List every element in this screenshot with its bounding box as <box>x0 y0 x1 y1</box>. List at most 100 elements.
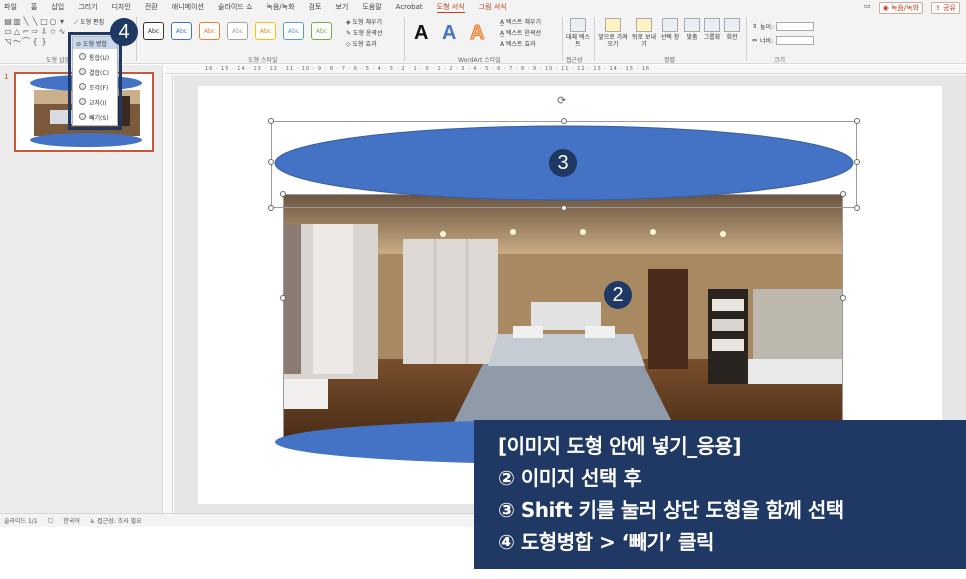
tab-shape-format[interactable]: 도형 서식 <box>436 2 465 13</box>
tab-acrobat[interactable]: Acrobat <box>396 3 423 11</box>
bring-forward-button[interactable]: 앞으로 가져오기 <box>598 18 628 48</box>
resize-handle[interactable] <box>268 159 274 165</box>
text-box-shape-icon[interactable]: ▤ <box>4 17 12 26</box>
brace-shape-icon[interactable]: } <box>40 37 48 46</box>
text-fill-button[interactable]: A̲ 텍스트 채우기 <box>500 17 541 26</box>
resize-handle[interactable] <box>854 118 860 124</box>
step-4-badge: 4 <box>110 18 138 46</box>
height-input[interactable] <box>776 22 815 31</box>
tab-view[interactable]: 보기 <box>335 2 348 12</box>
rotate-label: 회전 <box>726 34 738 41</box>
shape-fill-button[interactable]: ◈ 도형 채우기 <box>346 17 382 26</box>
shape-outline-button[interactable]: ✎ 도형 윤곽선 <box>346 28 382 37</box>
resize-handle[interactable] <box>268 205 274 211</box>
vertical-ruler <box>165 75 173 513</box>
height-row: ⇕ 높이: <box>752 22 815 31</box>
triangle-shape-icon[interactable]: △ <box>13 27 21 36</box>
group-icon <box>704 18 720 32</box>
rectangle-shape-icon[interactable]: □ <box>40 17 48 26</box>
callout-shape-icon[interactable]: ◹ <box>4 37 12 46</box>
ribbon-separator <box>562 17 563 61</box>
text-box-vertical-shape-icon[interactable]: ▥ <box>13 17 21 26</box>
rectangle-shape-icon[interactable]: ▭ <box>4 27 12 36</box>
more-shapes-icon[interactable]: ▾ <box>58 17 66 26</box>
shape-outline-label: 도형 윤곽선 <box>352 30 383 37</box>
comment-icon[interactable]: ▭ <box>864 2 871 14</box>
step-3-badge: 3 <box>549 149 577 177</box>
tab-design[interactable]: 디자인 <box>112 2 131 12</box>
tab-insert[interactable]: 삽입 <box>51 2 64 12</box>
image-selection-box <box>283 194 843 439</box>
tab-animations[interactable]: 애니메이션 <box>172 2 204 12</box>
shapes-gallery[interactable]: ▤ ▥ ╲ ╲ □ ○ ▾ ▭ △ ⌐ ⇨ ⇩ ☆ ∿ ◹ 〜 ⌒ { } <box>4 17 66 47</box>
step-2-badge: 2 <box>604 281 632 309</box>
wave-shape-icon[interactable]: 〜 <box>13 37 21 46</box>
shape-style-7[interactable]: Abc <box>311 22 332 40</box>
slide-count-status: 슬라이드 1/1 <box>4 518 38 525</box>
alt-text-button[interactable]: 대체 텍스트 <box>566 18 590 48</box>
resize-handle[interactable] <box>561 205 567 211</box>
resize-handle[interactable] <box>840 295 846 301</box>
wordart-style-black[interactable]: A <box>414 22 428 45</box>
star-shape-icon[interactable]: ☆ <box>49 27 57 36</box>
resize-handle[interactable] <box>280 295 286 301</box>
resize-handle[interactable] <box>854 159 860 165</box>
curve-shape-icon[interactable]: ∿ <box>58 27 66 36</box>
oval-shape-icon[interactable]: ○ <box>49 17 57 26</box>
edit-shape-button[interactable]: ⟋ 도형 편집 <box>74 17 104 27</box>
slide-thumbnail-pane: 1 <box>0 65 163 513</box>
group-label: 그룹화 <box>703 34 721 41</box>
wordart-style-blue[interactable]: A <box>442 22 456 45</box>
tab-file[interactable]: 파일 <box>4 2 17 12</box>
share-icon: ⇪ <box>935 4 944 12</box>
rotate-handle-icon[interactable]: ⟳ <box>557 94 566 107</box>
group-label-size: 크기 <box>774 57 786 64</box>
spell-check-icon[interactable]: ▢ <box>48 517 54 524</box>
tab-transitions[interactable]: 전환 <box>145 2 158 12</box>
shape-style-5[interactable]: Abc <box>255 22 276 40</box>
text-effects-button[interactable]: A 텍스트 효과 <box>500 39 536 48</box>
selection-pane-icon <box>662 18 678 32</box>
shape-style-3[interactable]: Abc <box>199 22 220 40</box>
tab-draw[interactable]: 그리기 <box>78 2 97 12</box>
width-input[interactable] <box>776 36 815 45</box>
arrow-right-shape-icon[interactable]: ⇨ <box>31 27 39 36</box>
tab-picture-format[interactable]: 그림 서식 <box>479 2 507 12</box>
tab-record[interactable]: 녹음/녹화 <box>266 2 294 12</box>
wordart-style-orange[interactable]: A <box>469 22 484 45</box>
resize-handle[interactable] <box>561 118 567 124</box>
arc-shape-icon[interactable]: ⌒ <box>22 37 30 46</box>
corner-shape-icon[interactable]: ⌐ <box>22 27 30 36</box>
tab-review[interactable]: 검토 <box>309 2 322 12</box>
shape-style-4[interactable]: Abc <box>227 22 248 40</box>
shape-style-6[interactable]: Abc <box>283 22 304 40</box>
shape-style-2[interactable]: Abc <box>171 22 192 40</box>
resize-handle[interactable] <box>268 118 274 124</box>
selection-pane-button[interactable]: 선택 창 <box>658 18 682 41</box>
shape-effects-button[interactable]: ◇ 도형 효과 <box>346 39 377 48</box>
resize-handle[interactable] <box>854 205 860 211</box>
ribbon-separator <box>746 17 747 61</box>
accessibility-label: 접근성: 조사 필요 <box>97 518 142 525</box>
slide-number: 1 <box>4 73 9 81</box>
rotate-button[interactable]: 회전 <box>720 18 744 41</box>
shape-style-1[interactable]: Abc <box>143 22 164 40</box>
horizontal-ruler: 16 · 15 · 14 · 13 · 12 · 11 · 10 · 9 · 8… <box>165 65 966 74</box>
edit-shape-label: 도형 편집 <box>80 19 105 26</box>
text-outline-label: 텍스트 윤곽선 <box>506 30 542 37</box>
tab-help[interactable]: 도움말 <box>362 2 381 12</box>
width-row: ⇔ 너비: <box>752 36 815 45</box>
tab-slideshow[interactable]: 슬라이드 쇼 <box>218 2 252 12</box>
bring-forward-label: 앞으로 가져오기 <box>598 34 628 48</box>
accessibility-status[interactable]: ♿ 접근성: 조사 필요 <box>90 516 142 525</box>
tab-home[interactable]: 홈 <box>31 2 37 12</box>
line-shape-icon[interactable]: ╲ <box>22 17 30 26</box>
arrow-down-shape-icon[interactable]: ⇩ <box>40 27 48 36</box>
line-shape-icon[interactable]: ╲ <box>31 17 39 26</box>
text-outline-button[interactable]: A̲ 텍스트 윤곽선 <box>500 28 541 37</box>
record-button[interactable]: ◉ 녹음/녹화 <box>878 2 924 14</box>
share-button[interactable]: ⇪ 공유 <box>931 2 960 14</box>
language-status[interactable]: 한국어 <box>63 516 80 525</box>
send-backward-button[interactable]: 뒤로 보내기 <box>630 18 658 48</box>
bracket-shape-icon[interactable]: { <box>31 37 39 46</box>
